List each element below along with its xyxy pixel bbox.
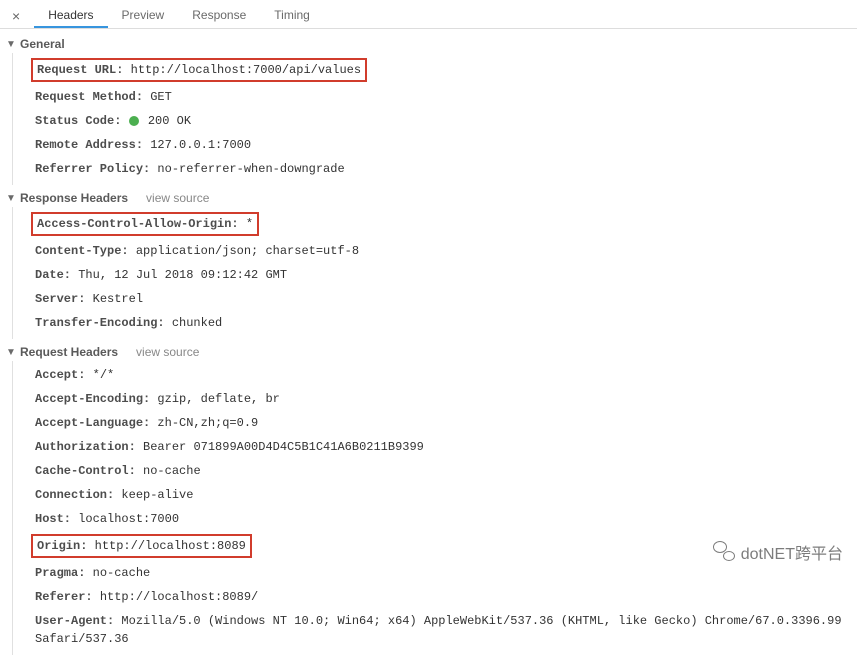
authorization-label: Authorization: xyxy=(35,440,136,454)
host-value: localhost:7000 xyxy=(78,512,179,526)
tab-response[interactable]: Response xyxy=(178,4,260,28)
chevron-down-icon: ▼ xyxy=(6,39,16,50)
row-cache-control: Cache-Control: no-cache xyxy=(33,459,857,483)
request-method-value: GET xyxy=(150,90,172,104)
date-value: Thu, 12 Jul 2018 09:12:42 GMT xyxy=(78,268,287,282)
row-server: Server: Kestrel xyxy=(33,287,857,311)
accept-encoding-label: Accept-Encoding: xyxy=(35,392,150,406)
highlight-acao: Access-Control-Allow-Origin: * xyxy=(31,212,259,236)
status-code-label: Status Code: xyxy=(35,114,121,128)
origin-value: http://localhost:8089 xyxy=(95,539,246,553)
tab-timing[interactable]: Timing xyxy=(260,4,324,28)
tab-preview[interactable]: Preview xyxy=(108,4,179,28)
section-header-request[interactable]: ▼ Request Headers view source xyxy=(6,343,857,361)
accept-encoding-value: gzip, deflate, br xyxy=(157,392,279,406)
remote-address-label: Remote Address: xyxy=(35,138,143,152)
request-url-label: Request URL: xyxy=(37,63,123,77)
cache-control-value: no-cache xyxy=(143,464,201,478)
cache-control-label: Cache-Control: xyxy=(35,464,136,478)
accept-language-value: zh-CN,zh;q=0.9 xyxy=(157,416,258,430)
pragma-label: Pragma: xyxy=(35,566,85,580)
content-type-value: application/json; charset=utf-8 xyxy=(136,244,359,258)
view-source-link[interactable]: view source xyxy=(146,191,209,205)
referrer-policy-label: Referrer Policy: xyxy=(35,162,150,176)
section-header-general[interactable]: ▼ General xyxy=(6,35,857,53)
pragma-value: no-cache xyxy=(93,566,151,580)
highlight-request-url: Request URL: http://localhost:7000/api/v… xyxy=(31,58,367,82)
referer-value: http://localhost:8089/ xyxy=(100,590,258,604)
highlight-origin: Origin: http://localhost:8089 xyxy=(31,534,252,558)
accept-label: Accept: xyxy=(35,368,85,382)
origin-label: Origin: xyxy=(37,539,87,553)
row-referrer-policy: Referrer Policy: no-referrer-when-downgr… xyxy=(33,157,857,181)
acao-label: Access-Control-Allow-Origin: xyxy=(37,217,239,231)
server-value: Kestrel xyxy=(93,292,143,306)
chevron-down-icon: ▼ xyxy=(6,193,16,204)
user-agent-label: User-Agent: xyxy=(35,614,114,628)
tab-headers[interactable]: Headers xyxy=(34,4,107,28)
date-label: Date: xyxy=(35,268,71,282)
section-title-response: Response Headers xyxy=(20,191,128,205)
row-acao: Access-Control-Allow-Origin: * xyxy=(33,209,857,239)
host-label: Host: xyxy=(35,512,71,526)
view-source-link[interactable]: view source xyxy=(136,345,199,359)
remote-address-value: 127.0.0.1:7000 xyxy=(150,138,251,152)
status-code-value: 200 OK xyxy=(148,114,191,128)
transfer-encoding-value: chunked xyxy=(172,316,222,330)
referrer-policy-value: no-referrer-when-downgrade xyxy=(157,162,344,176)
row-accept-encoding: Accept-Encoding: gzip, deflate, br xyxy=(33,387,857,411)
row-request-url: Request URL: http://localhost:7000/api/v… xyxy=(33,55,857,85)
request-url-value: http://localhost:7000/api/values xyxy=(131,63,361,77)
transfer-encoding-label: Transfer-Encoding: xyxy=(35,316,165,330)
section-request-headers: ▼ Request Headers view source Accept: */… xyxy=(6,343,857,655)
acao-value: * xyxy=(246,217,253,231)
connection-label: Connection: xyxy=(35,488,114,502)
content-type-label: Content-Type: xyxy=(35,244,129,258)
row-remote-address: Remote Address: 127.0.0.1:7000 xyxy=(33,133,857,157)
row-date: Date: Thu, 12 Jul 2018 09:12:42 GMT xyxy=(33,263,857,287)
tabs-bar: × Headers Preview Response Timing xyxy=(0,0,857,29)
section-response-headers: ▼ Response Headers view source Access-Co… xyxy=(6,189,857,339)
section-title-general: General xyxy=(20,37,65,51)
authorization-value: Bearer 071899A00D4D4C5B1C41A6B0211B9399 xyxy=(143,440,424,454)
row-content-type: Content-Type: application/json; charset=… xyxy=(33,239,857,263)
row-referer: Referer: http://localhost:8089/ xyxy=(33,585,857,609)
watermark: dotNET跨平台 xyxy=(713,540,843,564)
user-agent-value: Mozilla/5.0 (Windows NT 10.0; Win64; x64… xyxy=(35,614,842,646)
section-title-request: Request Headers xyxy=(20,345,118,359)
row-transfer-encoding: Transfer-Encoding: chunked xyxy=(33,311,857,335)
row-pragma: Pragma: no-cache xyxy=(33,561,857,585)
referer-label: Referer: xyxy=(35,590,93,604)
close-icon[interactable]: × xyxy=(6,6,26,26)
row-authorization: Authorization: Bearer 071899A00D4D4C5B1C… xyxy=(33,435,857,459)
watermark-text: dotNET跨平台 xyxy=(741,540,843,564)
accept-value: */* xyxy=(93,368,115,382)
connection-value: keep-alive xyxy=(121,488,193,502)
row-user-agent: User-Agent: Mozilla/5.0 (Windows NT 10.0… xyxy=(33,609,857,651)
row-status-code: Status Code: 200 OK xyxy=(33,109,857,133)
server-label: Server: xyxy=(35,292,85,306)
row-accept: Accept: */* xyxy=(33,363,857,387)
wechat-icon xyxy=(713,541,735,563)
section-header-response[interactable]: ▼ Response Headers view source xyxy=(6,189,857,207)
row-host: Host: localhost:7000 xyxy=(33,507,857,531)
row-accept-language: Accept-Language: zh-CN,zh;q=0.9 xyxy=(33,411,857,435)
row-connection: Connection: keep-alive xyxy=(33,483,857,507)
section-general: ▼ General Request URL: http://localhost:… xyxy=(6,35,857,185)
row-request-method: Request Method: GET xyxy=(33,85,857,109)
chevron-down-icon: ▼ xyxy=(6,347,16,358)
request-method-label: Request Method: xyxy=(35,90,143,104)
status-dot-icon xyxy=(129,116,139,126)
accept-language-label: Accept-Language: xyxy=(35,416,150,430)
